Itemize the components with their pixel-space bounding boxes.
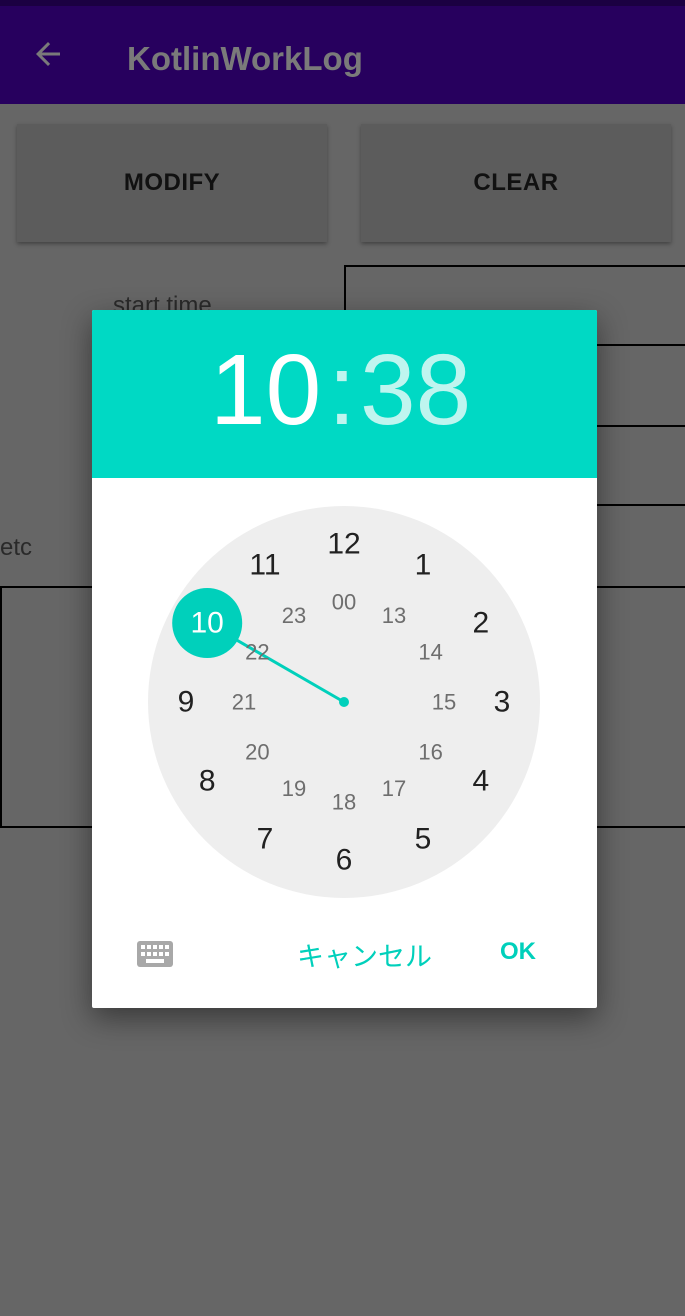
hour-number-4[interactable]: 4 [472, 765, 489, 798]
modify-button[interactable]: MODIFY [17, 124, 327, 242]
app-title: KotlinWorkLog [127, 40, 363, 77]
hour24-number-23[interactable]: 23 [282, 603, 306, 628]
hour24-number-22[interactable]: 22 [245, 640, 269, 665]
hour-number-3[interactable]: 3 [494, 686, 511, 719]
hour24-number-18[interactable]: 18 [332, 790, 356, 815]
hour24-number-16[interactable]: 16 [418, 740, 442, 765]
hour-number-2[interactable]: 2 [472, 607, 489, 640]
hour-number-8[interactable]: 8 [199, 765, 216, 798]
hour24-number-19[interactable]: 19 [282, 776, 306, 801]
hour24-number-13[interactable]: 13 [382, 603, 406, 628]
hour-number-6[interactable]: 6 [336, 844, 353, 877]
etc-label: etc [0, 534, 33, 561]
clock-center-dot [339, 697, 349, 707]
ok-button[interactable]: OK [500, 938, 536, 966]
hour-number-11[interactable]: 11 [249, 549, 280, 582]
time-picker-dialog: 10 : 38 12 1 2 3 4 5 6 7 8 9 10 11 00 13 14 15 16 17 18 19… [92, 310, 597, 1008]
hour24-number-20[interactable]: 20 [245, 740, 269, 765]
hour24-number-00[interactable]: 00 [332, 590, 356, 615]
hour24-number-15[interactable]: 15 [432, 690, 456, 715]
cancel-button[interactable]: キャンセル [297, 935, 432, 974]
hour24-number-14[interactable]: 14 [418, 640, 442, 665]
hour-number-1[interactable]: 1 [415, 549, 432, 582]
hour-number-9[interactable]: 9 [178, 686, 195, 719]
hour24-number-21[interactable]: 21 [232, 690, 256, 715]
back-arrow-icon[interactable] [30, 36, 66, 72]
hour-number-12[interactable]: 12 [327, 528, 360, 561]
hour24-number-17[interactable]: 17 [382, 776, 406, 801]
hour-number-5[interactable]: 5 [415, 822, 432, 855]
hour-number-7[interactable]: 7 [257, 822, 274, 855]
clock-dial[interactable]: 121234567891011 001314151617181920212223 [92, 310, 597, 1008]
clear-button[interactable]: CLEAR [361, 124, 671, 242]
keyboard-icon[interactable] [137, 941, 173, 967]
hour-number-10[interactable]: 10 [191, 607, 224, 640]
app-bar: KotlinWorkLog [0, 6, 685, 104]
